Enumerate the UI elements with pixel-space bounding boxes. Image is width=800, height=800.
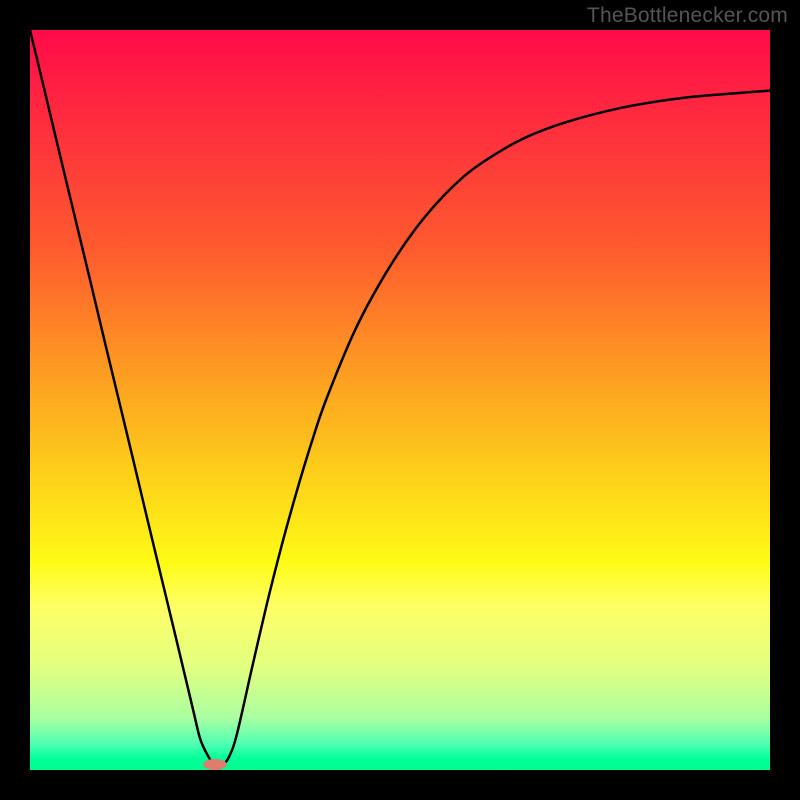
optimal-marker — [203, 759, 227, 770]
plot-area — [30, 30, 770, 770]
bottleneck-chart — [30, 30, 770, 770]
chart-frame — [0, 0, 800, 800]
gradient-background — [30, 30, 770, 770]
site-attribution: TheBottlenecker.com — [587, 4, 788, 28]
